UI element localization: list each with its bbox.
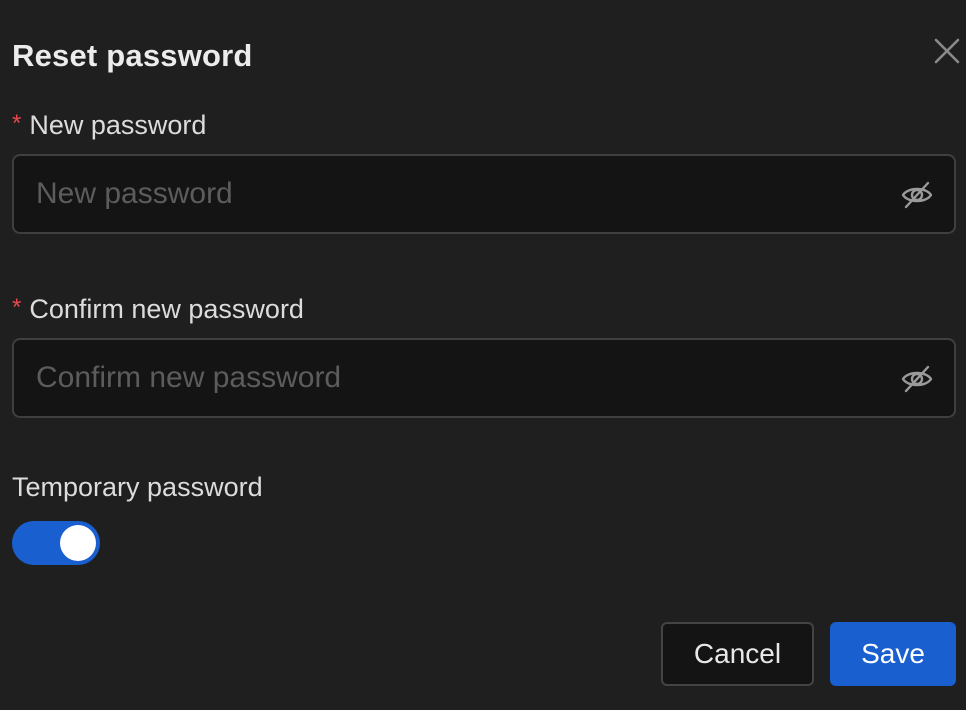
toggle-visibility-button[interactable] [900, 178, 934, 212]
temporary-password-label: Temporary password [12, 472, 263, 502]
confirm-password-label: * Confirm new password [12, 294, 304, 325]
toggle-visibility-button[interactable] [900, 362, 934, 396]
confirm-password-label-text: Confirm new password [29, 294, 304, 324]
new-password-input[interactable] [36, 156, 876, 232]
dialog-title: Reset password [12, 38, 253, 73]
reset-password-dialog: Reset password * New password * Confirm ne… [0, 0, 966, 710]
close-button[interactable] [928, 32, 966, 70]
new-password-field [12, 154, 956, 234]
required-mark: * [12, 294, 22, 321]
save-button[interactable]: Save [830, 622, 956, 686]
toggle-knob [60, 525, 96, 561]
temporary-password-toggle[interactable] [12, 521, 100, 565]
eye-off-icon [901, 365, 933, 393]
close-icon [934, 38, 960, 64]
required-mark: * [12, 110, 22, 137]
confirm-password-field [12, 338, 956, 418]
new-password-label-text: New password [29, 110, 207, 140]
eye-off-icon [901, 181, 933, 209]
new-password-label: * New password [12, 110, 206, 141]
cancel-button[interactable]: Cancel [661, 622, 814, 686]
confirm-password-input[interactable] [36, 340, 876, 416]
